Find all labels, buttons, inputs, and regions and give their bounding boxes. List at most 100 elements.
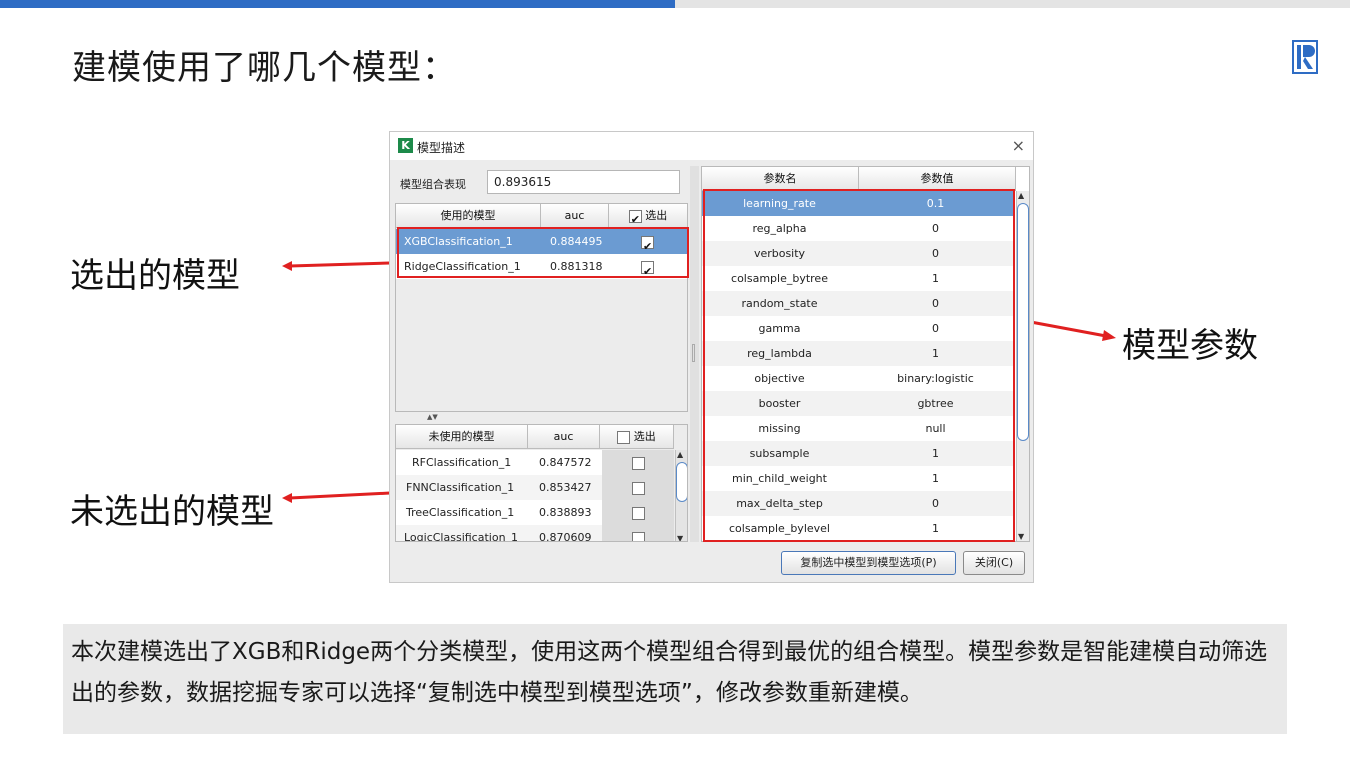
row-checkbox-cell	[602, 450, 674, 475]
model-name: XGBClassification_1	[404, 235, 513, 248]
unused-header-select[interactable]: 选出	[600, 425, 674, 449]
param-value: 0.1	[926, 197, 945, 210]
row-checkbox[interactable]	[631, 456, 645, 470]
table-row[interactable]: subsample 1	[702, 441, 1014, 466]
table-row[interactable]: max_delta_step 0	[702, 491, 1014, 516]
row-checkbox[interactable]	[631, 506, 645, 520]
param-value: 0	[932, 247, 939, 260]
table-row[interactable]: colsample_bylevel 1	[702, 516, 1014, 541]
params-header-name[interactable]: 参数名	[702, 167, 859, 191]
model-description-dialog: K 模型描述 × 模型组合表现 0.893615 使用的模型 auc 选出 XG…	[389, 131, 1034, 583]
unused-header-name[interactable]: 未使用的模型	[396, 425, 528, 449]
table-row[interactable]: RidgeClassification_1 0.881318	[396, 254, 687, 284]
model-name: LogicClassification_1	[404, 531, 519, 542]
table-row[interactable]: LogicClassification_1 0.870609	[396, 525, 674, 542]
table-row[interactable]: missing null	[702, 416, 1014, 441]
unused-header-auc[interactable]: auc	[528, 425, 600, 449]
param-name: learning_rate	[743, 197, 816, 210]
table-row[interactable]: TreeClassification_1 0.838893	[396, 500, 674, 525]
unused-header-select-label: 选出	[633, 430, 656, 443]
table-row[interactable]: reg_lambda 1	[702, 341, 1014, 366]
row-checkbox-cell	[602, 500, 674, 525]
callout-model-params: 模型参数	[1122, 326, 1258, 366]
row-checkbox-cell	[602, 475, 674, 500]
accent-bar-light	[675, 0, 1350, 8]
params-table: 参数名 参数值 learning_rate 0.1 reg_alpha 0 verb…	[701, 166, 1030, 542]
scroll-thumb[interactable]	[676, 462, 687, 502]
arrow-to-selected-icon	[282, 261, 391, 271]
scroll-up-icon[interactable]: ▲	[1018, 191, 1024, 200]
table-row[interactable]: gamma 0	[702, 316, 1014, 341]
used-header-select-label: 选出	[645, 209, 668, 222]
param-name: verbosity	[753, 247, 806, 260]
scroll-down-icon[interactable]: ▼	[1018, 532, 1024, 541]
model-name: RFClassification_1	[412, 456, 512, 469]
table-row[interactable]: random_state 0	[702, 291, 1014, 316]
param-value: 0	[932, 322, 939, 335]
select-all-checkbox[interactable]	[617, 430, 631, 444]
table-row[interactable]: verbosity 0	[702, 241, 1014, 266]
vertical-splitter[interactable]	[690, 166, 699, 542]
row-checkbox-cell	[641, 254, 654, 284]
param-name: subsample	[749, 447, 810, 460]
row-checkbox[interactable]	[641, 234, 654, 259]
callout-unselected-models: 未选出的模型	[70, 492, 274, 532]
scroll-thumb[interactable]	[1017, 203, 1029, 441]
row-checkbox[interactable]	[631, 481, 645, 495]
close-button[interactable]: 关闭(C)	[963, 551, 1025, 575]
model-auc: 0.853427	[539, 481, 592, 494]
param-name: gamma	[758, 322, 801, 335]
table-row[interactable]: learning_rate 0.1	[702, 191, 1014, 216]
summary-box: 本次建模选出了XGB和Ridge两个分类模型，使用这两个模型组合得到最优的组合模…	[63, 624, 1287, 734]
table-row[interactable]: colsample_bytree 1	[702, 266, 1014, 291]
param-value: null	[925, 422, 946, 435]
table-row[interactable]: reg_alpha 0	[702, 216, 1014, 241]
table-row[interactable]: XGBClassification_1 0.884495	[396, 229, 687, 259]
param-name: random_state	[741, 297, 818, 310]
used-header-auc[interactable]: auc	[541, 204, 609, 228]
score-field[interactable]: 0.893615	[487, 170, 680, 194]
model-name: FNNClassification_1	[406, 481, 515, 494]
param-value: 0	[932, 222, 939, 235]
scroll-down-icon[interactable]: ▼	[677, 534, 683, 541]
param-value: binary:logistic	[897, 372, 974, 385]
used-header-select[interactable]: 选出	[609, 204, 687, 231]
param-value: gbtree	[917, 397, 954, 410]
table-row[interactable]: min_child_weight 1	[702, 466, 1014, 491]
table-row[interactable]: RFClassification_1 0.847572	[396, 450, 674, 475]
unused-scrollbar[interactable]: ▲ ▼	[675, 450, 687, 541]
params-header-value[interactable]: 参数值	[859, 167, 1016, 191]
row-checkbox[interactable]	[631, 531, 645, 541]
model-auc: 0.881318	[550, 260, 603, 273]
param-value: 1	[932, 522, 939, 535]
param-name: reg_alpha	[752, 222, 807, 235]
accent-bar	[0, 0, 675, 8]
model-name: TreeClassification_1	[406, 506, 515, 519]
param-value: 1	[932, 272, 939, 285]
model-auc: 0.847572	[539, 456, 592, 469]
param-value: 1	[932, 447, 939, 460]
table-row[interactable]: objective binary:logistic	[702, 366, 1014, 391]
split-handle[interactable]: ▲▼	[395, 413, 688, 422]
arrow-to-unselected-icon	[282, 491, 391, 503]
param-name: objective	[754, 372, 805, 385]
close-icon[interactable]: ×	[1012, 136, 1025, 155]
param-name: colsample_bylevel	[729, 522, 830, 535]
summary-text: 本次建模选出了XGB和Ridge两个分类模型，使用这两个模型组合得到最优的组合模…	[71, 639, 1268, 706]
copy-to-options-button[interactable]: 复制选中模型到模型选项(P)	[781, 551, 956, 575]
select-all-checkbox[interactable]	[628, 208, 642, 231]
param-value: 1	[932, 472, 939, 485]
params-rows: learning_rate 0.1 reg_alpha 0 verbosity 0 c…	[702, 191, 1016, 541]
table-row[interactable]: booster gbtree	[702, 391, 1014, 416]
scroll-up-icon[interactable]: ▲	[677, 450, 683, 459]
table-row[interactable]: FNNClassification_1 0.853427	[396, 475, 674, 500]
model-name: RidgeClassification_1	[404, 260, 521, 273]
params-scrollbar[interactable]: ▲ ▼	[1016, 191, 1029, 541]
used-header-name[interactable]: 使用的模型	[396, 204, 541, 228]
param-name: min_child_weight	[732, 472, 827, 485]
row-checkbox[interactable]	[641, 259, 654, 284]
param-name: missing	[758, 422, 801, 435]
app-k-icon: K	[398, 138, 413, 153]
splitter-grip-icon	[692, 344, 695, 362]
model-auc: 0.870609	[539, 531, 592, 542]
